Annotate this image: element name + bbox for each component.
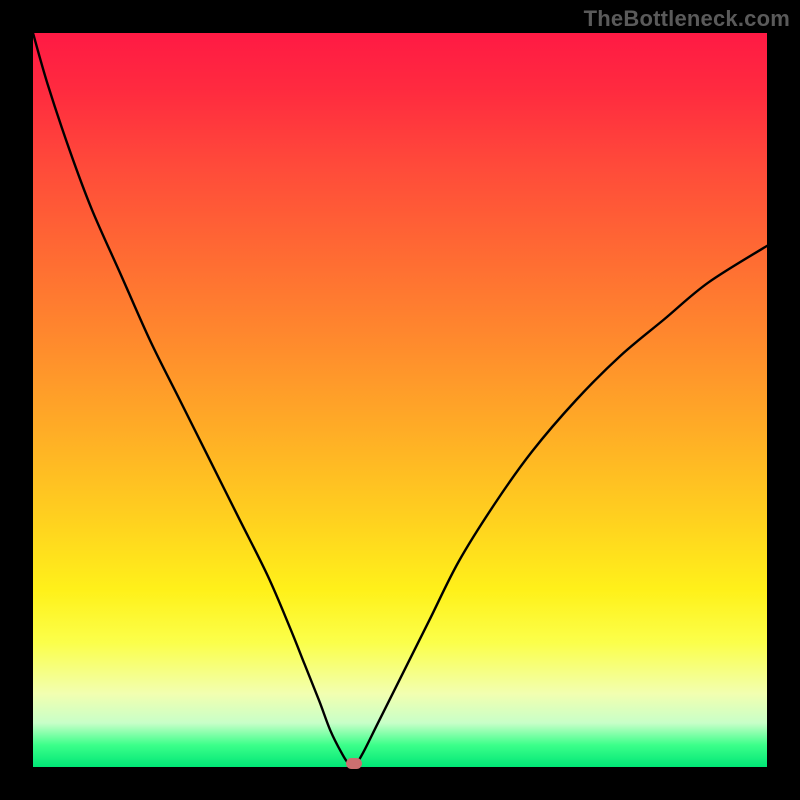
optimal-marker <box>346 758 362 769</box>
chart-frame: TheBottleneck.com <box>0 0 800 800</box>
watermark-text: TheBottleneck.com <box>584 6 790 32</box>
plot-area <box>33 33 767 767</box>
bottleneck-curve <box>33 33 767 767</box>
